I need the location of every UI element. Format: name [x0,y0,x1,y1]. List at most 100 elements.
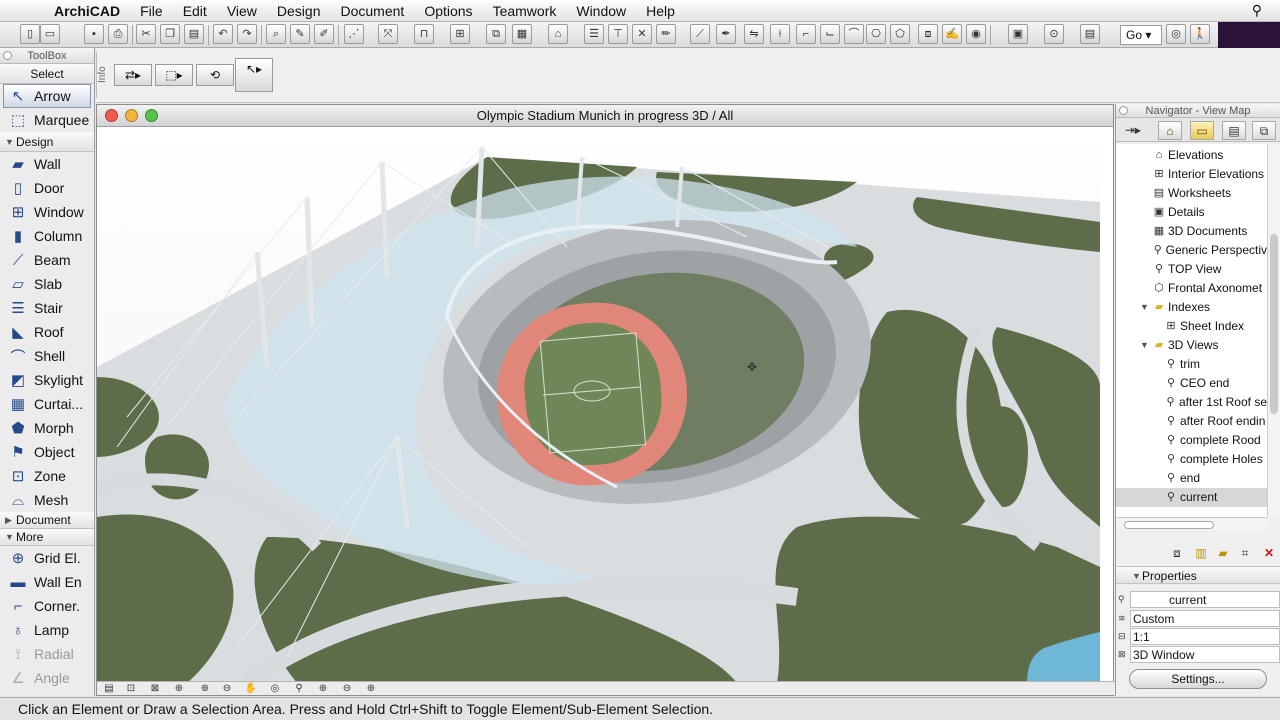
camera-icon[interactable]: ⊙ [1044,24,1064,44]
zoom-window-icon[interactable] [145,109,158,122]
view-map-item[interactable]: ▤ Worksheets [1116,184,1267,203]
view-map-item[interactable]: ▼ ▰ Indexes [1116,298,1267,317]
marquee-mode-button[interactable]: ⬚▸ [155,64,193,86]
polygon-icon[interactable]: ⬠ [890,24,910,44]
copy-frame-icon[interactable]: ⧈ [918,24,938,44]
drafting-order-icon[interactable]: ☰ [584,24,604,44]
menu-view[interactable]: View [217,0,267,22]
corner-2-icon[interactable]: ⌙ [820,24,840,44]
view-settings-icon[interactable]: ▤ [99,683,119,695]
tool-beam[interactable]: ⟋ Beam [0,248,94,272]
menu-edit[interactable]: Edit [173,0,217,22]
window-layout-icon[interactable]: ▣ [1008,24,1028,44]
view-map-item[interactable]: ⚲ TOP View [1116,260,1267,279]
menu-app[interactable]: ArchiCAD [44,0,130,22]
pencil-icon[interactable]: ✏ [656,24,676,44]
render-icon[interactable]: ◉ [966,24,986,44]
view-map-item[interactable]: ⚲ after Roof endin [1116,412,1267,431]
fit-in-window-icon[interactable]: ⊡ [121,683,141,695]
pen-icon[interactable]: ✒ [716,24,736,44]
eyedropper-icon[interactable]: ✎ [290,24,310,44]
group-icon[interactable]: ⧉ [486,24,506,44]
tree-horizontal-scrollbar[interactable] [1116,517,1267,531]
view-map-item[interactable]: ⚲ complete Rood [1116,431,1267,450]
print-icon[interactable]: ⎙ [108,24,128,44]
tool-window[interactable]: ⊞ Window [0,200,94,224]
tool-shell[interactable]: ⌒ Shell [0,344,94,368]
publisher-tab-icon[interactable]: ⧉ [1252,121,1276,140]
redo-icon[interactable]: ↷ [237,24,257,44]
design-section[interactable]: ▼ Design [0,132,94,152]
tool-wall-end[interactable]: ▬ Wall En [0,570,94,594]
disclosure-open-icon[interactable]: ▼ [1140,336,1149,355]
menu-help[interactable]: Help [636,0,685,22]
undo-icon[interactable]: ↶ [213,24,233,44]
save-icon[interactable]: ▪ [84,24,104,44]
disclosure-open-icon[interactable]: ▼ [1140,298,1149,317]
tool-lamp[interactable]: ♁ Lamp [0,618,94,642]
tool-object[interactable]: ⚑ Object [0,440,94,464]
menu-teamwork[interactable]: Teamwork [483,0,567,22]
tool-curtain-wall[interactable]: ▦ Curtai... [0,392,94,416]
view-map-item[interactable]: ▣ Details [1116,203,1267,222]
explore-icon[interactable]: ⊠ [145,683,165,695]
property-type-field[interactable]: 3D Window [1130,646,1280,663]
3d-window-titlebar[interactable]: Olympic Stadium Munich in progress 3D / … [97,105,1113,127]
trace-icon[interactable]: ⤧ [378,24,398,44]
project-map-tab-icon[interactable]: ⌂ [1158,121,1182,140]
document-section[interactable]: ▶ Document [0,512,94,529]
zoom-out-icon[interactable]: ⊖ [217,683,237,695]
navigator-menu-icon[interactable]: ⇥▸ [1118,121,1148,140]
cross-icon[interactable]: ✕ [632,24,652,44]
menu-file[interactable]: File [130,0,173,22]
view-map-item[interactable]: ▦ 3D Documents [1116,222,1267,241]
zoom-previous-icon[interactable]: ⊖ [337,683,357,695]
zoom-next-icon[interactable]: ⊕ [361,683,381,695]
tool-skylight[interactable]: ◩ Skylight [0,368,94,392]
property-scale-type-field[interactable]: Custom [1130,610,1280,627]
view-map-item[interactable]: ⚲ complete Holes [1116,450,1267,469]
spotlight-search-icon[interactable]: ⚲ [1252,2,1262,19]
tool-door[interactable]: ▯ Door [0,176,94,200]
tool-angle-dimension[interactable]: ∠ Angle [0,666,94,690]
rotate-marquee-button[interactable]: ⟲ [196,64,234,86]
paste-icon[interactable]: ▤ [184,24,204,44]
view-map-item[interactable]: ⊞ Interior Elevations [1116,165,1267,184]
property-scale-field[interactable]: 1:1 [1130,628,1280,645]
view-map-item[interactable]: ⚲ current [1116,488,1267,507]
lock-icon[interactable]: ⌂ [548,24,568,44]
view-map-item[interactable]: ⚲ Generic Perspectiv [1116,241,1267,260]
rename-icon[interactable]: ⌗ [1236,544,1254,562]
fillet-icon[interactable]: ⌒ [844,24,864,44]
menu-design[interactable]: Design [267,0,331,22]
offset-icon[interactable]: ⎔ [866,24,886,44]
tool-roof[interactable]: ◣ Roof [0,320,94,344]
new-document-icon[interactable]: ▯ [20,24,40,44]
dimension-icon[interactable]: ⊤ [608,24,628,44]
tool-mesh[interactable]: ⌓ Mesh [0,488,94,512]
view-map-item[interactable]: ⌂ Elevations [1116,146,1267,165]
zoom-in-icon[interactable]: ⊕ [195,683,215,695]
tool-grid-element[interactable]: ⊕ Grid El. [0,546,94,570]
tool-corner-window[interactable]: ⌐ Corner. [0,594,94,618]
tool-wall[interactable]: ▰ Wall [0,152,94,176]
split-icon[interactable]: ⟊ [770,24,790,44]
settings-button[interactable]: Settings... [1129,669,1267,689]
minimize-window-icon[interactable] [125,109,138,122]
view-mode-icon[interactable]: ▤ [1080,24,1100,44]
view-map-item[interactable]: ⚲ after 1st Roof se [1116,393,1267,412]
view-map-item[interactable]: ⚲ trim [1116,355,1267,374]
view-map-item[interactable]: ⊞ Sheet Index [1116,317,1267,336]
tool-radial-dimension[interactable]: ⟟ Radial [0,642,94,666]
close-window-icon[interactable] [105,109,118,122]
orbit-icon[interactable]: ◎ [265,683,285,695]
go-dropdown[interactable]: Go ▾ [1120,25,1162,45]
clone-folder-icon[interactable]: ⧈ [1168,544,1186,562]
layers-icon[interactable]: ▦ [512,24,532,44]
menu-document[interactable]: Document [331,0,415,22]
gravity-icon[interactable]: ⊓ [414,24,434,44]
tool-column[interactable]: ▮ Column [0,224,94,248]
new-folder-icon[interactable]: ▰ [1214,544,1232,562]
selection-method-button[interactable]: ⇄▸ [114,64,152,86]
grid-snap-icon[interactable]: ⊞ [450,24,470,44]
